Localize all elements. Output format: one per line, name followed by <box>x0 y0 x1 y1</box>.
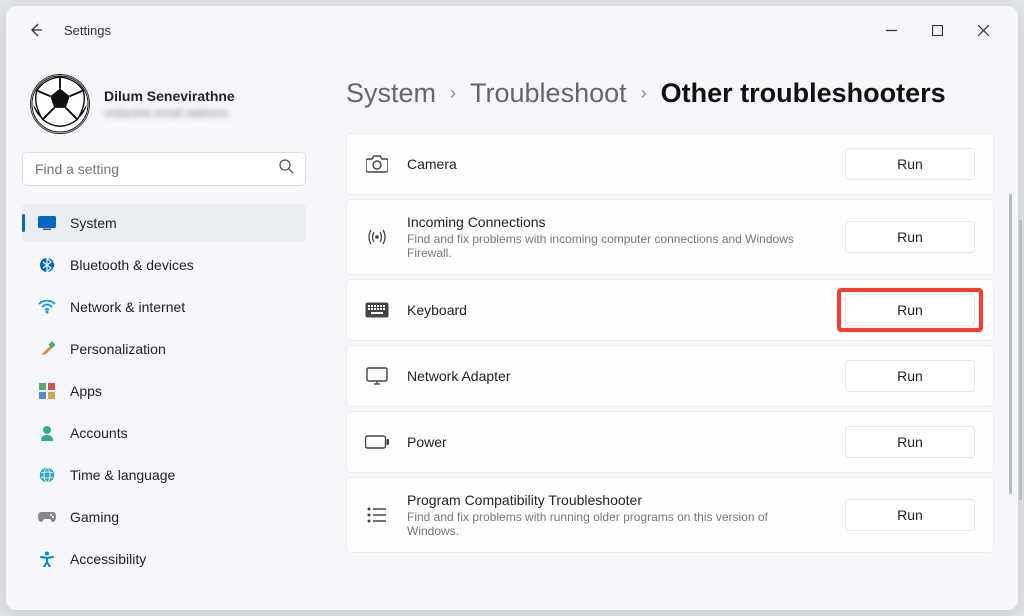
sidebar-item-personalization[interactable]: Personalization <box>22 330 306 368</box>
titlebar: Settings <box>6 6 1018 54</box>
troubleshooter-list: Camera Run Incoming Connections Find and… <box>346 133 994 553</box>
chevron-right-icon: › <box>450 83 456 104</box>
sidebar-item-bluetooth[interactable]: Bluetooth & devices <box>22 246 306 284</box>
run-button[interactable]: Run <box>845 360 975 392</box>
breadcrumb-system[interactable]: System <box>346 78 436 109</box>
run-button[interactable]: Run <box>845 294 975 326</box>
avatar <box>30 74 90 134</box>
troubleshooter-program-compatibility: Program Compatibility Troubleshooter Fin… <box>346 477 994 553</box>
arrow-left-icon <box>28 22 44 38</box>
breadcrumb: System › Troubleshoot › Other troublesho… <box>346 78 994 109</box>
soccer-ball-icon <box>31 75 89 133</box>
bluetooth-icon <box>38 256 56 274</box>
person-icon <box>38 424 56 442</box>
troubleshooter-incoming-connections: Incoming Connections Find and fix proble… <box>346 199 994 275</box>
gamepad-icon <box>38 508 56 526</box>
sidebar-item-apps[interactable]: Apps <box>22 372 306 410</box>
card-title: Network Adapter <box>407 368 827 384</box>
troubleshooter-power: Power Run <box>346 411 994 473</box>
close-button[interactable] <box>960 14 1006 46</box>
highlight-box: Run <box>837 288 983 332</box>
run-button[interactable]: Run <box>845 221 975 253</box>
main-panel: System › Troubleshoot › Other troublesho… <box>326 54 1018 610</box>
troubleshooter-keyboard: Keyboard Run <box>346 279 994 341</box>
maximize-icon <box>932 25 943 36</box>
card-title: Incoming Connections <box>407 214 827 230</box>
keyboard-icon <box>365 302 389 318</box>
sidebar-item-gaming[interactable]: Gaming <box>22 498 306 536</box>
breadcrumb-troubleshoot[interactable]: Troubleshoot <box>470 78 627 109</box>
sidebar-item-label: System <box>70 215 117 231</box>
card-title: Keyboard <box>407 302 827 318</box>
profile-block[interactable]: Dilum Senevirathne redacted email addres… <box>22 64 306 152</box>
sidebar-item-system[interactable]: System <box>22 204 306 242</box>
card-title: Camera <box>407 156 827 172</box>
search-input[interactable] <box>22 152 306 186</box>
sidebar-item-label: Network & internet <box>70 299 185 315</box>
profile-subtext: redacted email address <box>104 106 235 120</box>
run-button[interactable]: Run <box>845 499 975 531</box>
run-button[interactable]: Run <box>845 426 975 458</box>
sidebar-item-label: Time & language <box>70 467 175 483</box>
settings-window: Settings Di <box>6 6 1018 610</box>
content-area: Dilum Senevirathne redacted email addres… <box>6 54 1018 610</box>
card-description: Find and fix problems with incoming comp… <box>407 232 807 260</box>
sidebar: Dilum Senevirathne redacted email addres… <box>6 54 326 610</box>
sidebar-item-label: Accessibility <box>70 551 146 567</box>
sidebar-item-label: Gaming <box>70 509 119 525</box>
antenna-icon <box>365 227 389 247</box>
search-icon <box>279 159 294 179</box>
search-box <box>22 152 306 186</box>
camera-icon <box>365 155 389 173</box>
profile-name: Dilum Senevirathne <box>104 88 235 104</box>
card-title: Power <box>407 434 827 450</box>
sidebar-item-label: Apps <box>70 383 102 399</box>
minimize-button[interactable] <box>868 14 914 46</box>
card-title: Program Compatibility Troubleshooter <box>407 492 827 508</box>
main-scrollbar[interactable] <box>1009 194 1012 494</box>
breadcrumb-current: Other troubleshooters <box>661 78 946 109</box>
chevron-right-icon: › <box>641 83 647 104</box>
brush-icon <box>38 340 56 358</box>
sidebar-item-label: Personalization <box>70 341 166 357</box>
minimize-icon <box>886 25 897 36</box>
wifi-icon <box>38 298 56 316</box>
sidebar-item-accessibility[interactable]: Accessibility <box>22 540 306 578</box>
monitor-icon <box>365 367 389 385</box>
sidebar-item-network[interactable]: Network & internet <box>22 288 306 326</box>
sidebar-item-time-language[interactable]: Time & language <box>22 456 306 494</box>
battery-icon <box>365 435 389 449</box>
accessibility-icon <box>38 550 56 568</box>
app-title: Settings <box>64 23 111 38</box>
list-icon <box>365 506 389 524</box>
sidebar-item-label: Bluetooth & devices <box>70 257 194 273</box>
sidebar-item-label: Accounts <box>70 425 128 441</box>
maximize-button[interactable] <box>914 14 960 46</box>
troubleshooter-camera: Camera Run <box>346 133 994 195</box>
troubleshooter-network-adapter: Network Adapter Run <box>346 345 994 407</box>
nav-list: System Bluetooth & devices Network & int… <box>22 204 306 578</box>
sidebar-item-accounts[interactable]: Accounts <box>22 414 306 452</box>
system-icon <box>38 214 56 232</box>
globe-icon <box>38 466 56 484</box>
card-description: Find and fix problems with running older… <box>407 510 807 538</box>
apps-icon <box>38 382 56 400</box>
close-icon <box>978 25 989 36</box>
back-button[interactable] <box>18 12 54 48</box>
run-button[interactable]: Run <box>845 148 975 180</box>
